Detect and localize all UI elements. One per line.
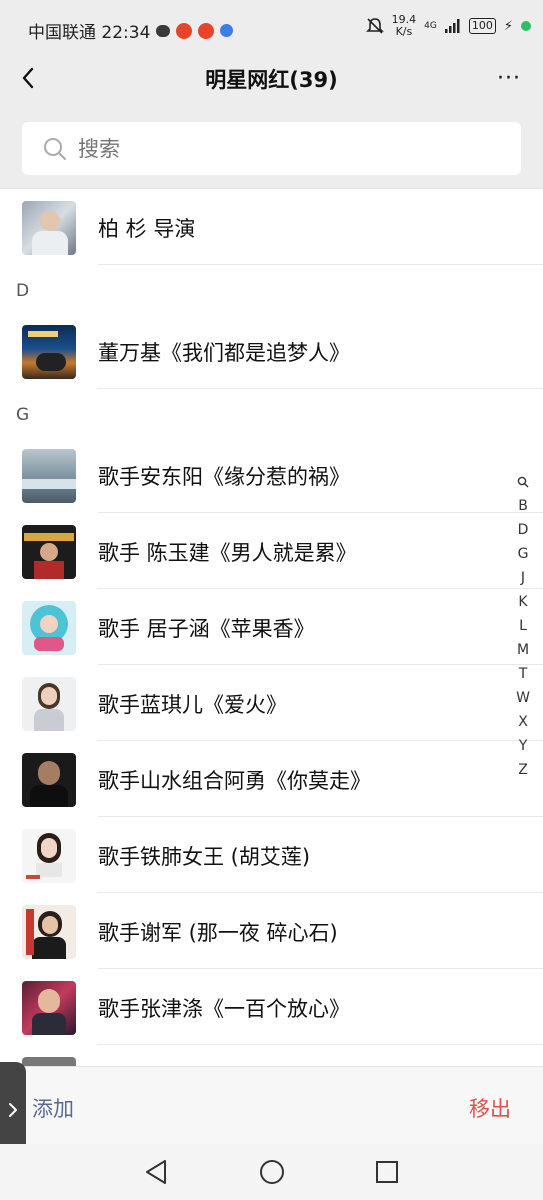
avatar bbox=[22, 325, 76, 379]
system-navigation-bar bbox=[0, 1144, 543, 1200]
index-letter[interactable]: M bbox=[511, 638, 535, 662]
avatar bbox=[22, 601, 76, 655]
section-header-g: G bbox=[0, 389, 543, 437]
contact-name: 歌手蓝琪儿《爱火》 bbox=[98, 693, 287, 717]
index-letter[interactable]: K bbox=[511, 590, 535, 614]
search-input[interactable] bbox=[76, 135, 480, 162]
alphabet-index[interactable]: B D G J K L M T W X Y Z bbox=[511, 470, 535, 782]
nav-home-circle-icon[interactable] bbox=[258, 1158, 286, 1186]
navigation-bar: 明星网红(39) ··· bbox=[0, 52, 543, 108]
index-letter[interactable]: D bbox=[511, 518, 535, 542]
index-letter[interactable]: J bbox=[511, 566, 535, 590]
add-button[interactable]: 添加 bbox=[32, 1093, 74, 1123]
bottom-action-bar: 添加 移出 bbox=[0, 1066, 543, 1145]
network-speed: 19.4 K/s bbox=[392, 14, 417, 38]
page-title: 明星网红(39) bbox=[205, 68, 338, 92]
contact-name: 歌手 陈玉建《男人就是累》 bbox=[98, 541, 357, 565]
contact-name: 歌手张津涤《一百个放心》 bbox=[98, 997, 350, 1021]
nav-recents-square-icon[interactable] bbox=[374, 1158, 400, 1186]
index-letter[interactable]: Y bbox=[511, 734, 535, 758]
contact-row[interactable]: 柏 杉 导演 bbox=[0, 189, 543, 265]
weibo-icon-2 bbox=[198, 22, 215, 39]
contact-name: 歌手铁肺女王 (胡艾莲) bbox=[98, 845, 311, 869]
status-right: 19.4 K/s 4G 100 ⚡ bbox=[365, 14, 531, 38]
green-dot-icon bbox=[521, 21, 531, 31]
contact-row[interactable]: 歌手张津涤《一百个放心》 bbox=[0, 969, 543, 1045]
index-letter[interactable]: B bbox=[511, 494, 535, 518]
index-letter[interactable]: X bbox=[511, 710, 535, 734]
contact-list: 柏 杉 导演 D 董万基《我们都是追梦人》 G 歌手安东阳《缘分惹的祸》 歌手 … bbox=[0, 189, 543, 1121]
contact-name: 歌手 居子涵《苹果香》 bbox=[98, 617, 315, 641]
battery-indicator: 100 bbox=[468, 18, 496, 34]
index-letter[interactable]: T bbox=[511, 662, 535, 686]
index-letter[interactable]: Z bbox=[511, 758, 535, 782]
avatar bbox=[22, 829, 76, 883]
status-left: 中国联通 22:34 bbox=[28, 18, 234, 43]
speed-unit: K/s bbox=[395, 25, 413, 38]
wechat-icon bbox=[156, 24, 171, 37]
contact-row[interactable]: 歌手 居子涵《苹果香》 bbox=[0, 589, 543, 665]
avatar bbox=[22, 753, 76, 807]
avatar bbox=[22, 449, 76, 503]
nav-back-triangle-icon[interactable] bbox=[143, 1158, 169, 1186]
contact-row[interactable]: 董万基《我们都是追梦人》 bbox=[0, 313, 543, 389]
search-icon bbox=[44, 137, 66, 160]
charging-icon: ⚡ bbox=[503, 18, 513, 34]
avatar bbox=[22, 677, 76, 731]
section-header-d: D bbox=[0, 265, 543, 313]
app-notification-icon bbox=[220, 24, 234, 37]
search-box[interactable] bbox=[22, 122, 521, 175]
chevron-right-icon bbox=[9, 1103, 17, 1117]
contact-row[interactable]: 歌手铁肺女王 (胡艾莲) bbox=[0, 817, 543, 893]
avatar bbox=[22, 201, 76, 255]
avatar bbox=[22, 525, 76, 579]
index-letter[interactable]: W bbox=[511, 686, 535, 710]
carrier-time: 中国联通 22:34 bbox=[28, 23, 151, 43]
contact-name: 歌手安东阳《缘分惹的祸》 bbox=[98, 465, 350, 489]
section-letter: D bbox=[16, 281, 30, 301]
index-letter[interactable]: L bbox=[511, 614, 535, 638]
weibo-icon bbox=[176, 22, 193, 39]
index-search-icon[interactable] bbox=[511, 470, 535, 494]
search-area bbox=[0, 108, 543, 189]
signal-icon bbox=[444, 19, 460, 33]
avatar bbox=[22, 905, 76, 959]
network-type: 4G bbox=[424, 21, 437, 31]
contact-name: 歌手谢军 (那一夜 碎心石) bbox=[98, 921, 338, 945]
section-letter: G bbox=[16, 405, 30, 425]
contact-row[interactable]: 歌手安东阳《缘分惹的祸》 bbox=[0, 437, 543, 513]
contact-row[interactable]: 歌手 陈玉建《男人就是累》 bbox=[0, 513, 543, 589]
contact-row[interactable]: 歌手山水组合阿勇《你莫走》 bbox=[0, 741, 543, 817]
contact-name: 董万基《我们都是追梦人》 bbox=[98, 341, 350, 365]
avatar bbox=[22, 981, 76, 1035]
mute-bell-icon bbox=[365, 18, 384, 34]
contact-row[interactable]: 歌手谢军 (那一夜 碎心石) bbox=[0, 893, 543, 969]
contact-row[interactable]: 歌手蓝琪儿《爱火》 bbox=[0, 665, 543, 741]
remove-button[interactable]: 移出 bbox=[469, 1093, 511, 1123]
index-letter[interactable]: G bbox=[511, 542, 535, 566]
more-options-button[interactable]: ··· bbox=[497, 66, 521, 91]
contact-name: 歌手山水组合阿勇《你莫走》 bbox=[98, 769, 371, 793]
contact-name: 柏 杉 导演 bbox=[98, 217, 196, 241]
